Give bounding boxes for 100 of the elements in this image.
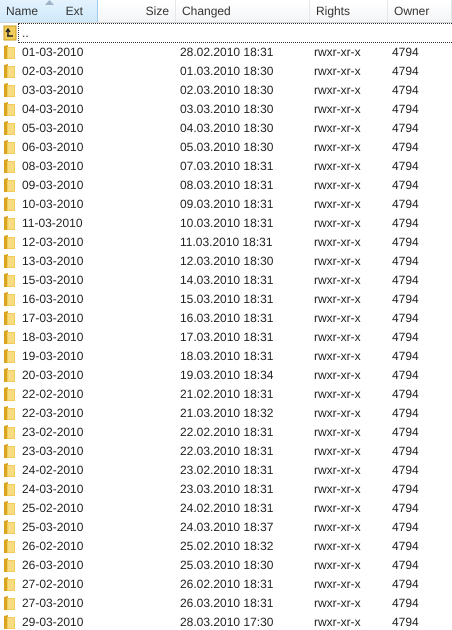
file-row[interactable]: 23-03-2010 22.03.2010 18:31 rwxr-xr-x 4794 <box>18 441 452 460</box>
file-name: 04-03-2010 <box>22 102 84 116</box>
column-header[interactable]: Rights <box>310 0 388 22</box>
file-name: 01-03-2010 <box>22 44 84 58</box>
folder-icon <box>3 176 16 192</box>
file-row[interactable]: 09-03-2010 08.03.2010 18:31 rwxr-xr-x 4794 <box>18 175 452 194</box>
owner-id: 4794 <box>392 44 419 58</box>
file-row[interactable]: 12-03-2010 11.03.2010 18:31 rwxr-xr-x 4794 <box>18 232 452 251</box>
file-row[interactable]: 29-03-2010 28.03.2010 17:30 rwxr-xr-x 4794 <box>18 612 452 630</box>
modified-date: 24.03.2010 18:37 <box>180 520 274 534</box>
owner-id: 4794 <box>392 158 419 172</box>
owner-id: 4794 <box>392 120 419 134</box>
file-row[interactable]: 10-03-2010 09.03.2010 18:31 rwxr-xr-x 4794 <box>18 194 452 213</box>
file-row[interactable]: .. <box>18 22 452 42</box>
folder-icon <box>3 614 16 630</box>
file-row[interactable]: 20-03-2010 19.03.2010 18:34 rwxr-xr-x 4794 <box>18 365 452 384</box>
file-row[interactable]: 22-03-2010 21.03.2010 18:32 rwxr-xr-x 4794 <box>18 403 452 422</box>
file-row[interactable]: 23-02-2010 22.02.2010 18:31 rwxr-xr-x 4794 <box>18 422 452 441</box>
modified-date: 21.02.2010 18:31 <box>180 386 274 400</box>
file-row[interactable]: 13-03-2010 12.03.2010 18:30 rwxr-xr-x 4794 <box>18 251 452 270</box>
file-name: 27-02-2010 <box>22 576 84 590</box>
file-row[interactable]: 26-03-2010 25.03.2010 18:30 rwxr-xr-x 4794 <box>18 555 452 574</box>
permissions: rwxr-xr-x <box>314 272 361 286</box>
file-row[interactable]: 04-03-2010 03.03.2010 18:30 rwxr-xr-x 4794 <box>18 99 452 118</box>
file-name: 13-03-2010 <box>22 254 84 268</box>
column-header[interactable]: Name Ext <box>0 0 98 22</box>
file-name: 10-03-2010 <box>22 196 84 210</box>
file-row[interactable]: 27-02-2010 26.02.2010 18:31 rwxr-xr-x 4794 <box>18 574 452 593</box>
file-name: .. <box>22 26 29 40</box>
permissions: rwxr-xr-x <box>314 310 361 324</box>
owner-id: 4794 <box>392 576 419 590</box>
folder-icon <box>3 348 16 364</box>
column-header[interactable]: Size <box>98 0 176 22</box>
folder-icon <box>3 518 16 534</box>
owner-id: 4794 <box>392 178 419 192</box>
folder-icon <box>3 424 16 440</box>
folder-icon <box>3 500 16 516</box>
modified-date: 14.03.2010 18:31 <box>180 272 274 286</box>
folder-icon <box>3 366 16 382</box>
permissions: rwxr-xr-x <box>314 158 361 172</box>
modified-date: 28.02.2010 18:31 <box>180 44 274 58</box>
file-name: 20-03-2010 <box>22 368 84 382</box>
column-header[interactable]: Changed <box>176 0 310 22</box>
file-row[interactable]: 27-03-2010 26.03.2010 18:31 rwxr-xr-x 4794 <box>18 593 452 612</box>
file-row[interactable]: 01-03-2010 28.02.2010 18:31 rwxr-xr-x 4794 <box>18 42 452 61</box>
permissions: rwxr-xr-x <box>314 558 361 572</box>
file-name: 08-03-2010 <box>22 158 84 172</box>
modified-date: 09.03.2010 18:31 <box>180 196 274 210</box>
owner-id: 4794 <box>392 424 419 438</box>
file-row[interactable]: 19-03-2010 18.03.2010 18:31 rwxr-xr-x 4794 <box>18 346 452 365</box>
file-row[interactable]: 15-03-2010 14.03.2010 18:31 rwxr-xr-x 4794 <box>18 270 452 289</box>
file-row[interactable]: 06-03-2010 05.03.2010 18:30 rwxr-xr-x 4794 <box>18 137 452 156</box>
file-row[interactable]: 16-03-2010 15.03.2010 18:31 rwxr-xr-x 4794 <box>18 289 452 308</box>
modified-date: 22.03.2010 18:31 <box>180 444 274 458</box>
owner-id: 4794 <box>392 348 419 362</box>
file-row[interactable]: 18-03-2010 17.03.2010 18:31 rwxr-xr-x 4794 <box>18 327 452 346</box>
file-name: 26-03-2010 <box>22 558 84 572</box>
permissions: rwxr-xr-x <box>314 330 361 344</box>
file-row[interactable]: 05-03-2010 04.03.2010 18:30 rwxr-xr-x 4794 <box>18 118 452 137</box>
modified-date: 01.03.2010 18:30 <box>180 64 274 78</box>
modified-date: 26.02.2010 18:31 <box>180 576 274 590</box>
modified-date: 21.03.2010 18:32 <box>180 406 274 420</box>
owner-id: 4794 <box>392 614 419 628</box>
file-row[interactable]: 22-02-2010 21.02.2010 18:31 rwxr-xr-x 4794 <box>18 384 452 403</box>
permissions: rwxr-xr-x <box>314 538 361 552</box>
file-row[interactable]: 03-03-2010 02.03.2010 18:30 rwxr-xr-x 4794 <box>18 80 452 99</box>
modified-date: 16.03.2010 18:31 <box>180 310 274 324</box>
file-name: 18-03-2010 <box>22 330 84 344</box>
owner-id: 4794 <box>392 102 419 116</box>
file-row[interactable]: 11-03-2010 10.03.2010 18:31 rwxr-xr-x 4794 <box>18 213 452 232</box>
modified-date: 19.03.2010 18:34 <box>180 368 274 382</box>
owner-id: 4794 <box>392 538 419 552</box>
file-row[interactable]: 02-03-2010 01.03.2010 18:30 rwxr-xr-x 4794 <box>18 61 452 80</box>
file-name: 05-03-2010 <box>22 120 84 134</box>
file-row[interactable]: 24-03-2010 23.03.2010 18:31 rwxr-xr-x 4794 <box>18 479 452 498</box>
file-name: 16-03-2010 <box>22 292 84 306</box>
modified-date: 02.03.2010 18:30 <box>180 82 274 96</box>
file-row[interactable]: 24-02-2010 23.02.2010 18:31 rwxr-xr-x 4794 <box>18 460 452 479</box>
modified-date: 10.03.2010 18:31 <box>180 216 274 230</box>
modified-date: 18.03.2010 18:31 <box>180 348 274 362</box>
owner-id: 4794 <box>392 596 419 610</box>
file-row[interactable]: 25-03-2010 24.03.2010 18:37 rwxr-xr-x 4794 <box>18 517 452 536</box>
owner-id: 4794 <box>392 292 419 306</box>
file-row[interactable]: 08-03-2010 07.03.2010 18:31 rwxr-xr-x 4794 <box>18 156 452 175</box>
column-header[interactable]: Owner <box>388 0 452 22</box>
modified-date: 25.03.2010 18:30 <box>180 558 274 572</box>
owner-id: 4794 <box>392 462 419 476</box>
file-row[interactable]: 17-03-2010 16.03.2010 18:31 rwxr-xr-x 4794 <box>18 308 452 327</box>
folder-icon <box>3 196 16 212</box>
permissions: rwxr-xr-x <box>314 348 361 362</box>
folder-icon <box>3 556 16 572</box>
file-row[interactable]: 25-02-2010 24.02.2010 18:31 rwxr-xr-x 4794 <box>18 498 452 517</box>
folder-icon <box>3 272 16 288</box>
modified-date: 17.03.2010 18:31 <box>180 330 274 344</box>
file-name: 09-03-2010 <box>22 178 84 192</box>
permissions: rwxr-xr-x <box>314 178 361 192</box>
file-row[interactable]: 26-02-2010 25.02.2010 18:32 rwxr-xr-x 4794 <box>18 536 452 555</box>
file-name: 17-03-2010 <box>22 310 84 324</box>
permissions: rwxr-xr-x <box>314 292 361 306</box>
permissions: rwxr-xr-x <box>314 234 361 248</box>
